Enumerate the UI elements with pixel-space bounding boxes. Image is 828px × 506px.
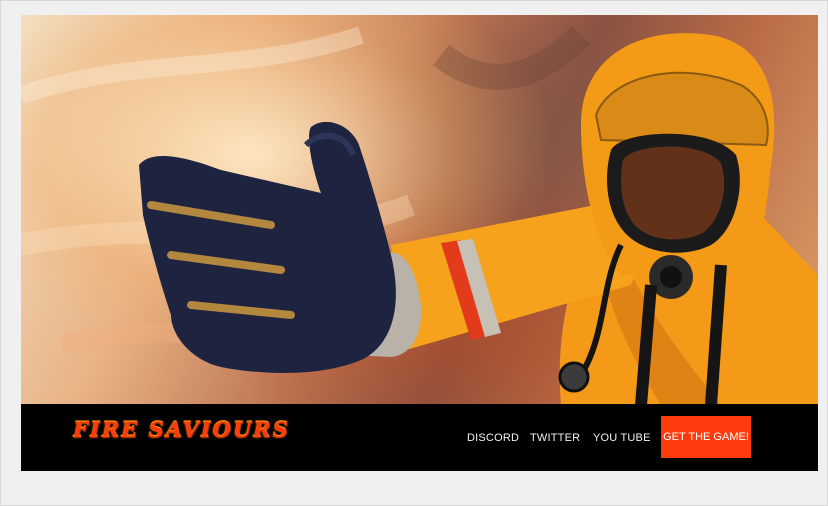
mask-lens bbox=[621, 146, 725, 240]
glove bbox=[139, 121, 396, 373]
get-the-game-button[interactable]: GET THE GAME! bbox=[661, 416, 751, 458]
hero-banner bbox=[21, 15, 818, 405]
firefighter-image bbox=[21, 25, 818, 405]
respirator-valve bbox=[660, 266, 682, 288]
gauge bbox=[558, 361, 590, 393]
nav-link-youtube[interactable]: YOU TUBE bbox=[593, 432, 651, 444]
nav-link-discord[interactable]: DISCORD bbox=[467, 432, 519, 444]
top-navbar: FIRE SAVIOURS DISCORD TWITTER YOU TUBE G… bbox=[21, 404, 818, 471]
nav-link-twitter[interactable]: TWITTER bbox=[530, 432, 580, 444]
brand-logo[interactable]: FIRE SAVIOURS bbox=[73, 417, 290, 442]
